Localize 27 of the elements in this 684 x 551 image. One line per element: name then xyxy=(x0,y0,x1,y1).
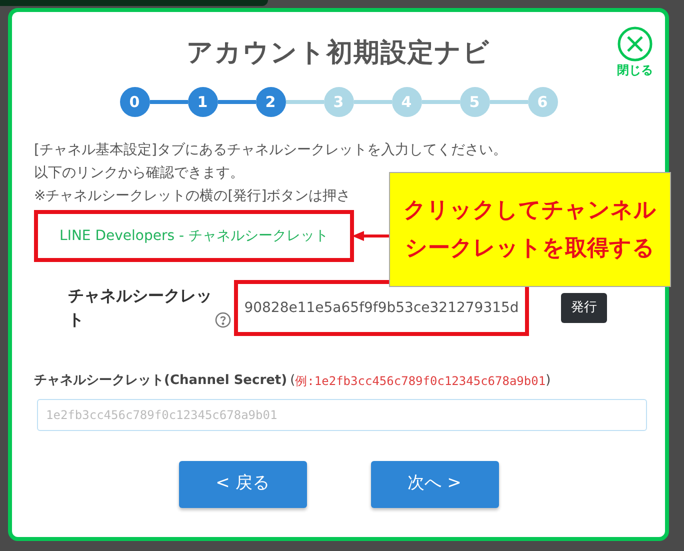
close-icon xyxy=(617,26,653,62)
paren-text: ( xyxy=(290,372,296,390)
callout-text: クリックしてチャンネル xyxy=(404,196,656,224)
instruction-text: 以下のリンクから確認できます。 xyxy=(34,164,245,183)
nav-button[interactable]: 次へ > xyxy=(370,460,498,508)
step-indicator: 0 xyxy=(120,87,150,117)
secret-label: チャネルシークレット xyxy=(68,285,213,331)
step-indicator: 1 xyxy=(188,87,218,117)
step-indicator: 3 xyxy=(324,87,354,117)
step-indicator: 2 xyxy=(256,87,286,117)
step-indicator: 6 xyxy=(528,87,558,117)
help-icon xyxy=(215,312,231,328)
instruction-text: ※チャネルシークレットの横の[発行]ボタンは押さ xyxy=(34,187,352,206)
field-label: チャネルシークレット(Channel Secret) xyxy=(34,372,288,390)
example-text: 例:1e2fb3cc456c789f0c12345c678a9b01 xyxy=(295,372,546,390)
paren-text: ) xyxy=(546,372,551,390)
step-indicator: 4 xyxy=(392,87,422,117)
pointer-arrow xyxy=(352,230,392,242)
dialog-title: アカウント初期設定ナビ xyxy=(186,37,490,70)
issue-button[interactable]: 発行 xyxy=(561,293,607,323)
secret-input-field[interactable]: 1e2fb3cc456c789f0c12345c678a9b01 xyxy=(37,398,647,430)
step-indicator: 5 xyxy=(460,87,490,117)
developers-link[interactable]: LINE Developers - チャネルシークレット xyxy=(34,210,354,262)
callout-text: シークレットを取得する xyxy=(405,234,655,262)
close-button[interactable]: 閉じる xyxy=(617,26,653,76)
nav-button[interactable]: < 戻る xyxy=(178,460,306,508)
instruction-text: [チャネル基本設定]タブにあるチャネルシークレットを入力してください。 xyxy=(34,141,508,160)
